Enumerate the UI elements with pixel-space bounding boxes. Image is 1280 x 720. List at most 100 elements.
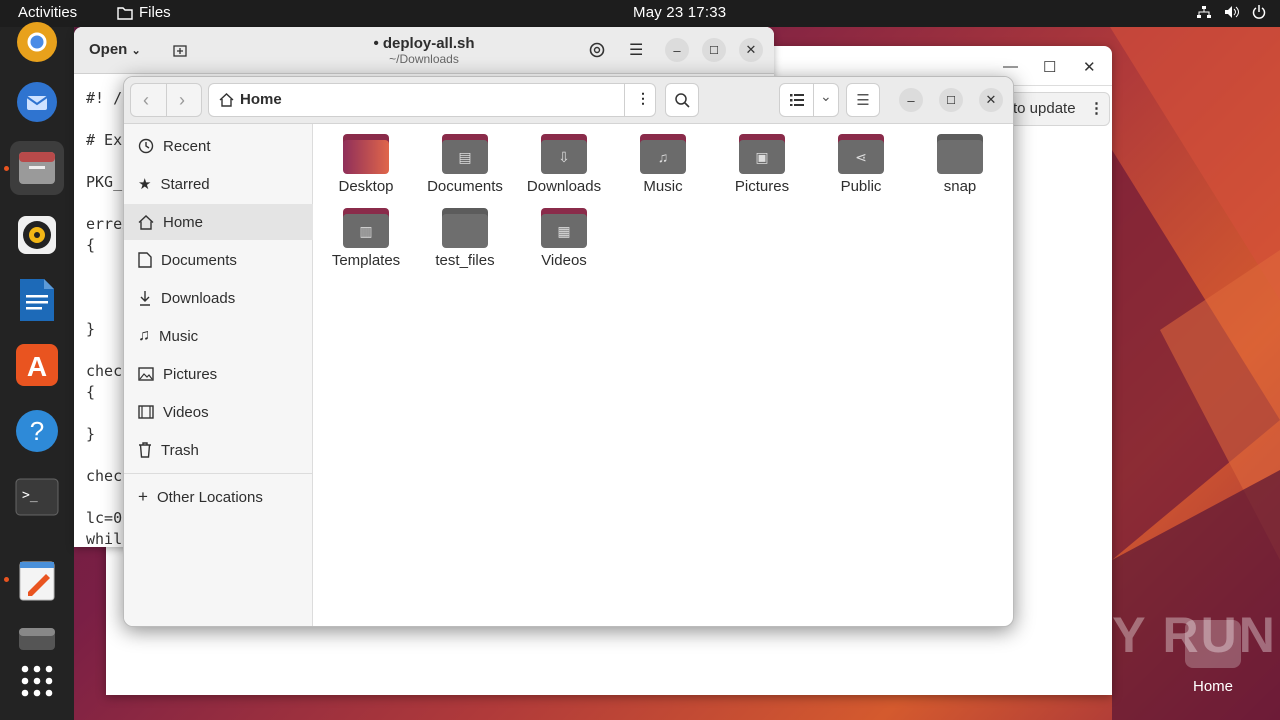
star-icon: ★	[138, 176, 152, 193]
text-editor-header: Open ⌄ • deploy-all.sh ~/Downloads ☰ – ☐…	[74, 27, 774, 74]
folder-item[interactable]: ♫ Music	[615, 134, 711, 195]
folder-label: Templates	[331, 252, 401, 269]
system-tray[interactable]	[1196, 5, 1266, 19]
view-toggle[interactable]: ⌄	[779, 83, 839, 117]
close-button[interactable]: ✕	[979, 88, 1003, 112]
folder-label: Documents	[427, 178, 503, 195]
minimize-button[interactable]: –	[665, 38, 689, 62]
sidebar-item-downloads[interactable]: Downloads	[124, 280, 313, 316]
close-icon[interactable]: ✕	[1083, 58, 1096, 76]
close-icon: ✕	[745, 42, 757, 57]
main-menu-button[interactable]: ☰	[846, 83, 880, 117]
music-folder-icon: ♫	[640, 134, 686, 174]
power-icon	[1252, 5, 1266, 19]
update-button[interactable]: to update ⋮	[1000, 92, 1110, 126]
path-label: Home	[240, 91, 282, 108]
back-icon[interactable]: ‹	[143, 90, 149, 111]
help-icon: ?	[16, 410, 58, 452]
maximize-button[interactable]: ☐	[939, 88, 963, 112]
writer-icon	[20, 279, 54, 321]
maximize-button[interactable]: ☐	[702, 38, 726, 62]
dock-help[interactable]: ?	[10, 404, 64, 458]
code-line: {	[86, 383, 96, 401]
dock-app-center[interactable]: A	[10, 338, 64, 392]
folder-icon	[117, 6, 133, 20]
minimize-icon: –	[907, 92, 915, 108]
sidebar-item-label: Starred	[160, 175, 210, 193]
nav-buttons: ‹ ›	[130, 83, 202, 117]
app-menu-label: Files	[139, 4, 171, 21]
minimize-button[interactable]: –	[899, 88, 923, 112]
templates-folder-icon: ▥	[343, 208, 389, 248]
terminal-icon: >_	[15, 478, 59, 516]
code-line: {	[86, 236, 96, 254]
running-indicator	[4, 166, 9, 171]
folder-item[interactable]: ▤ Documents	[417, 134, 513, 195]
documents-folder-icon: ▤	[442, 134, 488, 174]
sidebar-item-label: Trash	[161, 441, 199, 459]
menu-icon: ☰	[856, 92, 870, 109]
sidebar-item-other-locations[interactable]: + Other Locations	[124, 479, 313, 515]
sidebar-item-label: Downloads	[161, 289, 236, 307]
close-button[interactable]: ✕	[739, 38, 763, 62]
dock-terminal[interactable]: >_	[10, 470, 64, 524]
chrome-icon	[17, 22, 57, 62]
snap-folder-icon	[937, 134, 983, 174]
code-line: lc=0	[86, 509, 123, 527]
sidebar-item-recent[interactable]: Recent	[124, 128, 313, 164]
folder-label: Videos	[541, 252, 587, 269]
clock-icon	[138, 138, 154, 154]
dock-rhythmbox[interactable]	[10, 208, 64, 262]
dock-files[interactable]	[10, 141, 64, 195]
path-bar[interactable]: Home ⋮	[208, 83, 656, 117]
close-icon: ✕	[985, 92, 997, 107]
folder-item[interactable]: ▣ Pictures	[714, 134, 810, 195]
svg-text:A: A	[27, 351, 47, 382]
code-line: }	[86, 425, 96, 443]
app-center-icon: A	[16, 344, 58, 386]
folder-item[interactable]: Desktop	[318, 134, 414, 195]
files-window[interactable]: ‹ › Home ⋮ ⌄ ☰ – ☐ ✕ Recent ★ Starred Ho…	[123, 76, 1014, 627]
folder-label: snap	[943, 178, 977, 195]
sidebar-item-starred[interactable]: ★ Starred	[124, 166, 313, 202]
folder-item[interactable]: ⇩ Downloads	[516, 134, 612, 195]
dock-writer[interactable]	[10, 273, 64, 327]
settings-icon[interactable]	[588, 41, 606, 59]
app-menu[interactable]: Files	[117, 4, 171, 21]
folder-item[interactable]: ▦ Videos	[516, 208, 612, 269]
sidebar-item-home[interactable]: Home	[124, 204, 313, 240]
folder-label: Music	[643, 178, 683, 195]
forward-icon[interactable]: ›	[179, 90, 185, 111]
update-label: to update	[1013, 100, 1076, 117]
minimize-icon[interactable]: —	[1003, 58, 1018, 75]
sidebar-item-trash[interactable]: Trash	[124, 432, 313, 468]
code-line: PKG_	[86, 173, 123, 191]
dock-chrome[interactable]	[10, 15, 64, 69]
sidebar-item-music[interactable]: ♫ Music	[124, 318, 313, 354]
folder-label: Downloads	[526, 178, 602, 195]
folder-item[interactable]: ⋖ Public	[813, 134, 909, 195]
svg-text:?: ?	[30, 416, 44, 446]
path-home[interactable]: Home	[219, 91, 282, 108]
desktop-home-icon[interactable]	[1185, 620, 1241, 668]
folder-item[interactable]: test_files	[417, 208, 513, 269]
folder-item[interactable]: ▥ Templates	[318, 208, 414, 269]
network-icon	[1197, 6, 1211, 18]
dock-thunderbird[interactable]	[10, 75, 64, 129]
sidebar-item-documents[interactable]: Documents	[124, 242, 313, 278]
dock-text-editor[interactable]	[10, 553, 64, 607]
folder-item[interactable]: snap	[912, 134, 1008, 195]
more-options-icon[interactable]: ⋮	[636, 90, 650, 107]
maximize-icon[interactable]: ☐	[1043, 58, 1056, 76]
more-icon: ⋮	[1089, 100, 1104, 117]
sidebar-item-pictures[interactable]: Pictures	[124, 356, 313, 392]
downloads-folder-icon: ⇩	[541, 134, 587, 174]
sidebar-item-label: Pictures	[163, 365, 218, 383]
clock[interactable]: May 23 17:33	[633, 4, 726, 21]
sidebar-item-videos[interactable]: Videos	[124, 394, 313, 430]
plus-icon: +	[138, 487, 148, 506]
sidebar-item-label: Music	[159, 327, 199, 345]
menu-icon[interactable]: ☰	[629, 40, 643, 60]
search-button[interactable]	[665, 83, 699, 117]
show-apps-button[interactable]	[10, 654, 64, 708]
